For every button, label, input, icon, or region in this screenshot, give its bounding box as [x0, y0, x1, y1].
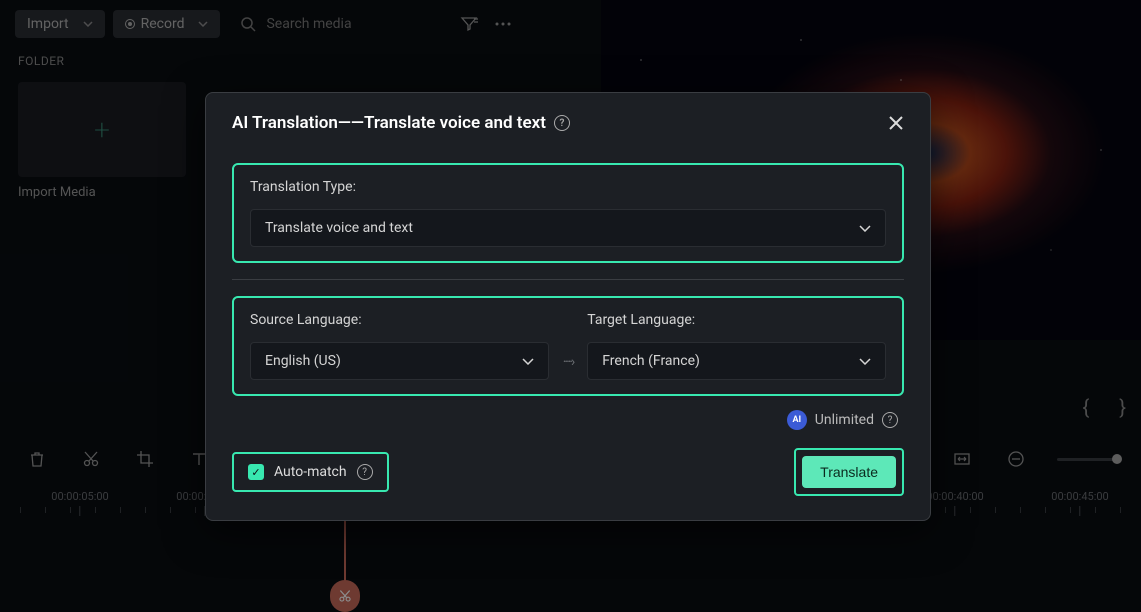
translate-button-highlight: Translate [794, 448, 904, 496]
arrow-right-icon: ·····› [563, 354, 574, 380]
modal-footer: ✓ Auto-match ? Translate [232, 448, 904, 496]
modal-title-text: AI Translation——Translate voice and text [232, 113, 546, 133]
translation-type-select[interactable]: Translate voice and text [250, 209, 886, 247]
language-section: Source Language: English (US) ·····› Tar… [232, 296, 904, 396]
divider [232, 279, 904, 280]
translate-button[interactable]: Translate [802, 456, 896, 488]
credit-label: Unlimited [815, 412, 874, 428]
chevron-down-icon [859, 225, 871, 232]
close-icon[interactable] [888, 115, 904, 131]
modal-title: AI Translation——Translate voice and text… [232, 113, 570, 133]
ai-badge-icon: AI [787, 410, 807, 430]
source-language-select[interactable]: English (US) [250, 342, 549, 380]
target-language-label: Target Language: [587, 312, 886, 328]
credit-row: AI Unlimited ? [232, 410, 898, 430]
ai-translation-modal: AI Translation——Translate voice and text… [205, 92, 931, 521]
help-icon[interactable]: ? [882, 412, 898, 428]
source-language-value: English (US) [265, 353, 341, 369]
chevron-down-icon [522, 358, 534, 365]
translation-type-section: Translation Type: Translate voice and te… [232, 163, 904, 263]
modal-header: AI Translation——Translate voice and text… [232, 113, 904, 133]
source-language-label: Source Language: [250, 312, 549, 328]
translation-type-value: Translate voice and text [265, 220, 413, 236]
checkbox-checked-icon: ✓ [248, 464, 264, 480]
automatch-label: Auto-match [274, 464, 347, 480]
help-icon[interactable]: ? [554, 115, 570, 131]
target-language-value: French (France) [602, 353, 700, 369]
target-language-select[interactable]: French (France) [587, 342, 886, 380]
automatch-checkbox[interactable]: ✓ Auto-match ? [232, 452, 389, 492]
chevron-down-icon [859, 358, 871, 365]
help-icon[interactable]: ? [357, 464, 373, 480]
translation-type-label: Translation Type: [250, 179, 886, 195]
